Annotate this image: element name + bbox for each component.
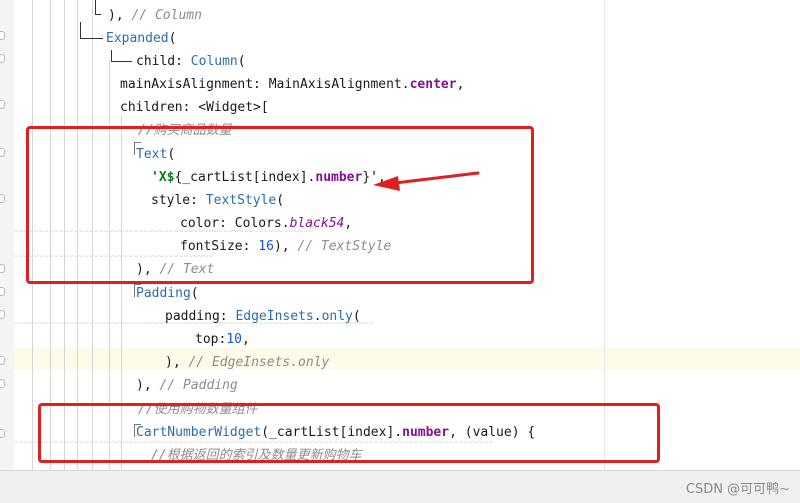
annotation-arrow-icon xyxy=(373,171,480,191)
status-bar xyxy=(0,470,800,503)
watermark: CSDN @可可鸭~ xyxy=(685,482,790,497)
